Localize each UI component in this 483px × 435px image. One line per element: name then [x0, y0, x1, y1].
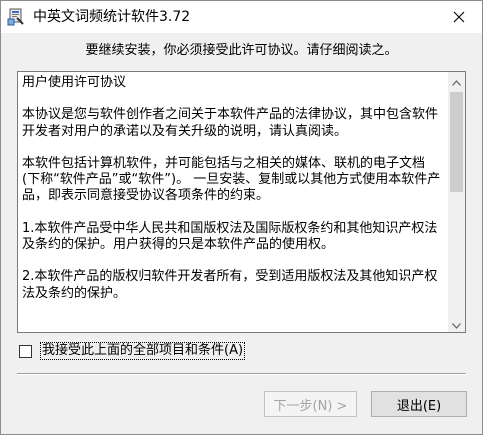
window-title: 中英文词频统计软件3.72 [33, 9, 191, 25]
scroll-down-button[interactable] [448, 315, 465, 332]
license-text: 用户使用许可协议 本协议是您与软件创作者之间关于本软件产品的法律协议，其中包含软… [22, 75, 441, 301]
license-textbox[interactable]: 用户使用许可协议 本协议是您与软件创作者之间关于本软件产品的法律协议，其中包含软… [17, 71, 466, 333]
scroll-up-button[interactable] [448, 72, 465, 89]
exit-button[interactable]: 退出(E) [371, 391, 467, 417]
agree-checkbox[interactable] [19, 344, 32, 358]
divider [17, 373, 466, 375]
license-prompt: 要继续安装，你必须接受此许可协议。请仔细阅读之。 [85, 43, 398, 58]
agree-checkbox-label[interactable]: 我接受此上面的全部项目和条件(A) [40, 342, 246, 360]
installer-icon [7, 8, 25, 26]
chevron-down-icon [452, 314, 461, 333]
vertical-scrollbar[interactable] [448, 72, 465, 332]
title-bar: 中英文词频统计软件3.72 [1, 1, 482, 33]
agree-option[interactable]: 我接受此上面的全部项目和条件(A) [19, 342, 246, 360]
next-button[interactable]: 下一步(N) > [264, 391, 357, 417]
close-icon [453, 8, 465, 27]
installer-window: 中英文词频统计软件3.72 要继续安装，你必须接受此许可协议。请仔细阅读之。 用… [0, 0, 483, 435]
close-button[interactable] [436, 1, 482, 33]
scroll-thumb[interactable] [450, 92, 463, 192]
chevron-up-icon [452, 71, 461, 90]
